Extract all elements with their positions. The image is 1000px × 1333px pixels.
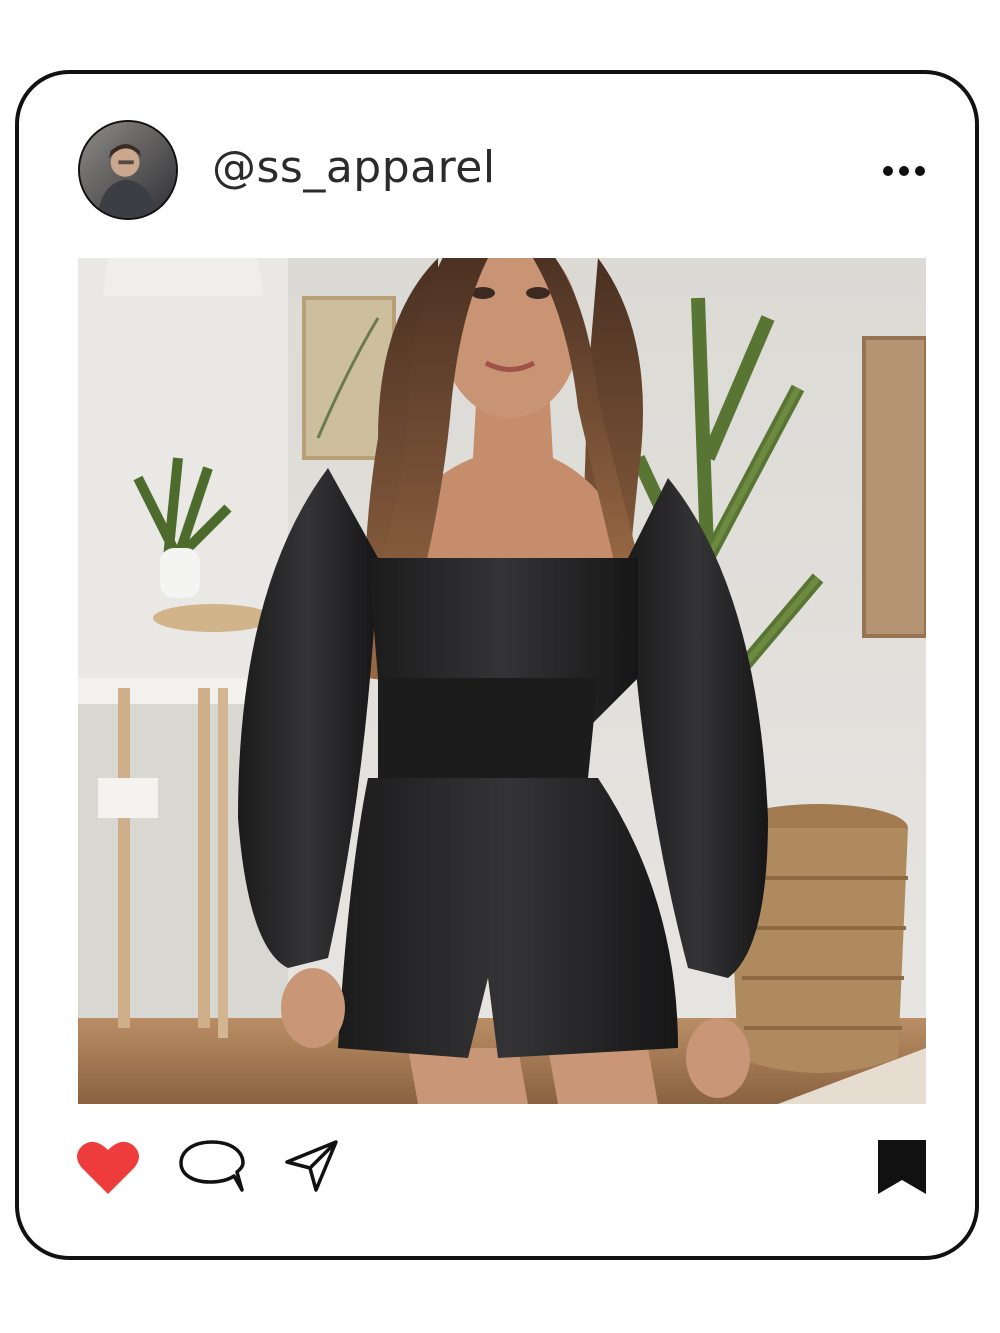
paper-plane-icon[interactable] (284, 1138, 340, 1194)
heart-icon[interactable] (76, 1138, 140, 1196)
avatar[interactable] (78, 120, 178, 220)
post-username[interactable]: @ss_apparel (212, 140, 496, 196)
post-photo (78, 258, 926, 1104)
bookmark-icon[interactable] (876, 1138, 928, 1196)
post-image[interactable] (78, 258, 926, 1104)
more-options-icon[interactable] (878, 155, 930, 187)
comment-bubble-icon[interactable] (178, 1138, 246, 1196)
avatar-image (80, 122, 176, 218)
